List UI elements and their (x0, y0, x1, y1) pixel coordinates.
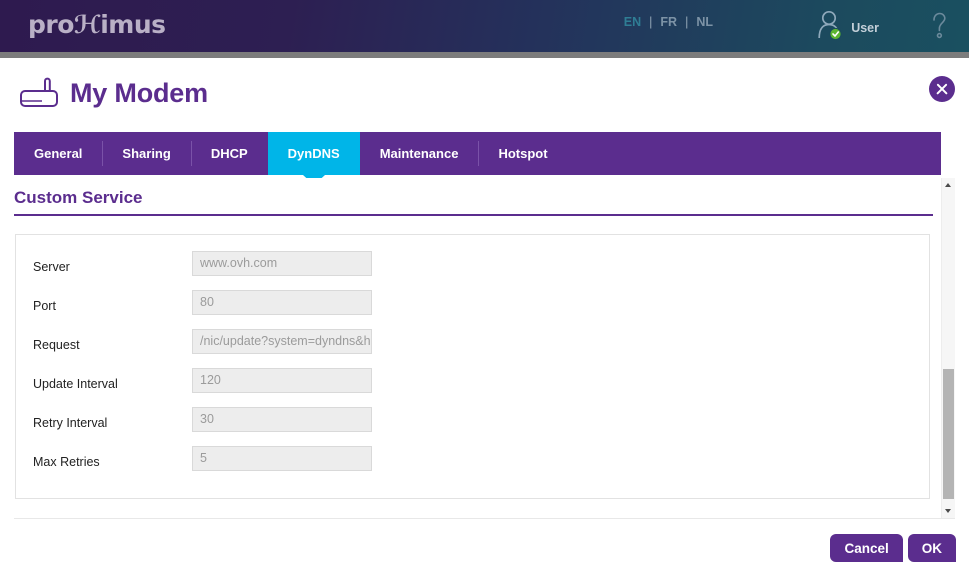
input-retry-interval[interactable]: 30 (192, 407, 372, 432)
form-row-request: Request /nic/update?system=dyndns&hostna… (16, 329, 929, 368)
top-header: proℋimus EN | FR | NL User (0, 0, 969, 52)
tab-dhcp[interactable]: DHCP (190, 132, 268, 175)
scrollbar-thumb[interactable] (943, 369, 954, 499)
lang-separator-1: | (649, 15, 653, 29)
label-retry-interval: Retry Interval (33, 416, 108, 430)
modem-router-icon (18, 77, 62, 118)
label-max-retries: Max Retries (33, 455, 100, 469)
footer-divider (14, 518, 955, 519)
language-switcher[interactable]: EN | FR | NL (624, 15, 713, 29)
close-dialog-button[interactable] (929, 76, 955, 102)
proximus-logo[interactable]: proℋimus (28, 10, 166, 39)
tab-hotspot[interactable]: Hotspot (478, 132, 567, 175)
tab-dyndns[interactable]: DynDNS (267, 132, 360, 175)
page-title-bar: My Modem (0, 58, 969, 130)
form-row-update-interval: Update Interval 120 (16, 368, 929, 407)
content-scrollbar[interactable] (941, 178, 955, 518)
section-title: Custom Service (14, 188, 143, 207)
lang-option-fr[interactable]: FR (660, 15, 677, 29)
label-server: Server (33, 260, 70, 274)
label-request: Request (33, 338, 80, 352)
tab-sharing[interactable]: Sharing (102, 132, 190, 175)
form-row-retry-interval: Retry Interval 30 (16, 407, 929, 446)
custom-service-form-panel: Server www.ovh.com Port 80 Request /nic/… (15, 234, 930, 499)
lang-option-en[interactable]: EN (624, 15, 641, 29)
cancel-button[interactable]: Cancel (830, 534, 903, 562)
input-request[interactable]: /nic/update?system=dyndns&hostname=<h (192, 329, 372, 354)
user-avatar-icon (814, 8, 844, 47)
content-area: Custom Service Server www.ovh.com Port 8… (0, 178, 941, 518)
scroll-down-arrow-icon[interactable] (942, 504, 955, 518)
input-update-interval[interactable]: 120 (192, 368, 372, 393)
tab-bar: General Sharing DHCP DynDNS Maintenance … (14, 132, 941, 175)
footer-actions: Cancel OK (830, 534, 956, 562)
lang-option-nl[interactable]: NL (696, 15, 713, 29)
help-question-mark-icon[interactable] (926, 9, 952, 48)
tab-general[interactable]: General (14, 132, 102, 175)
brand-text-end: imus (100, 10, 166, 39)
input-port[interactable]: 80 (192, 290, 372, 315)
label-update-interval: Update Interval (33, 377, 118, 391)
input-max-retries[interactable]: 5 (192, 446, 372, 471)
form-row-port: Port 80 (16, 290, 929, 329)
form-row-server: Server www.ovh.com (16, 251, 929, 290)
lang-separator-2: | (685, 15, 689, 29)
user-menu[interactable]: User (814, 8, 879, 47)
user-name-label: User (851, 20, 879, 35)
tab-maintenance[interactable]: Maintenance (360, 132, 479, 175)
label-port: Port (33, 299, 56, 313)
brand-x-icon: ℋ (73, 10, 101, 39)
scroll-up-arrow-icon[interactable] (942, 178, 955, 192)
section-divider (14, 214, 933, 216)
form-row-max-retries: Max Retries 5 (16, 446, 929, 485)
ok-button[interactable]: OK (907, 534, 956, 562)
input-server[interactable]: www.ovh.com (192, 251, 372, 276)
brand-text-start: pro (28, 10, 74, 39)
page-title: My Modem (70, 78, 208, 108)
